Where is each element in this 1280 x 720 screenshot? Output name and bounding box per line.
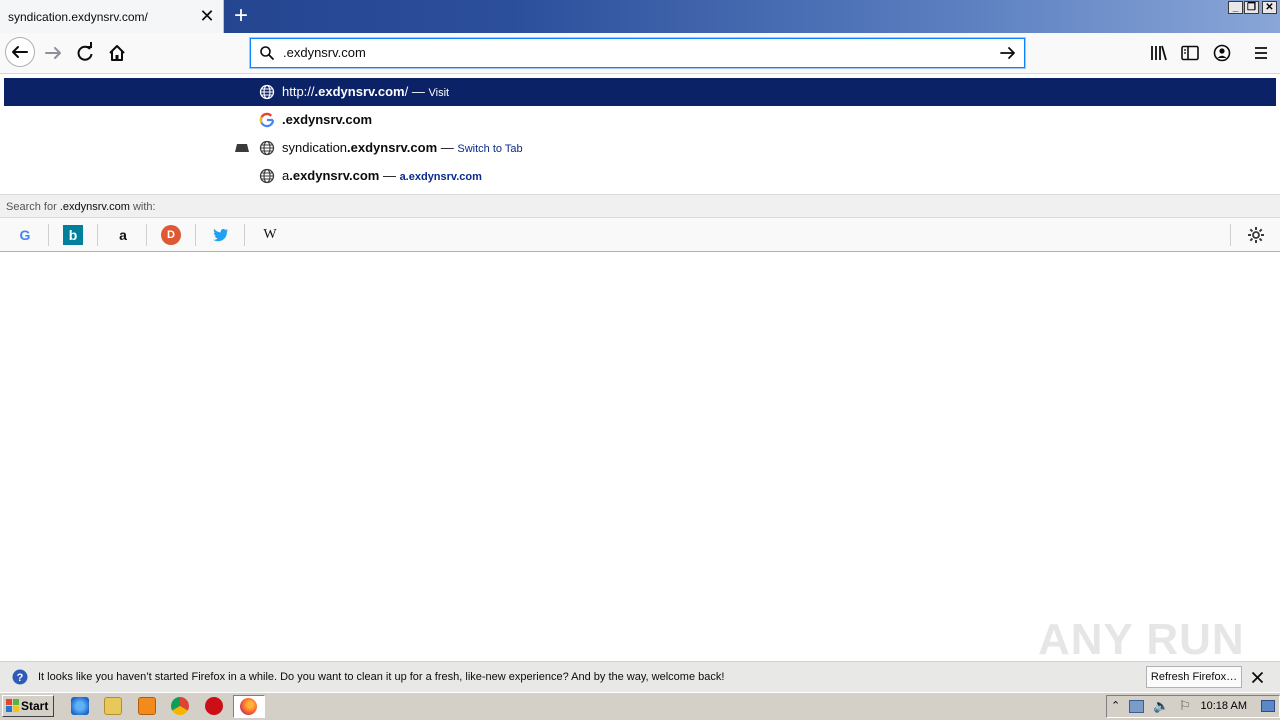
taskbar — [0, 692, 1280, 720]
twitter-icon — [213, 228, 228, 242]
gear-icon[interactable] — [1247, 226, 1265, 244]
svg-text:?: ? — [17, 672, 24, 684]
wikipedia-engine-button[interactable]: W — [259, 224, 281, 246]
amazon-engine-button[interactable]: a — [112, 224, 134, 246]
suggestion-url: a.exdynsrv.com — [399, 171, 482, 183]
account-icon[interactable] — [1213, 44, 1231, 62]
duckduckgo-engine-button[interactable]: D — [161, 225, 181, 245]
divider — [48, 224, 49, 246]
chrome-icon[interactable] — [171, 697, 189, 715]
suggestion-action: Visit — [428, 87, 450, 99]
tab-active[interactable]: syndication.exdynsrv.com/ ✕ — [0, 0, 224, 33]
search-icon — [260, 46, 275, 61]
opera-icon[interactable] — [205, 697, 223, 715]
back-arrow-icon — [12, 46, 28, 58]
divider — [146, 224, 147, 246]
suggestion-text: http://.exdynsrv.com/ — Visit — [282, 84, 450, 99]
suggestion-text: a.exdynsrv.com — a.exdynsrv.com — [282, 168, 482, 183]
google-engine-button[interactable]: G — [14, 224, 36, 246]
suggestion-action: Switch to Tab — [457, 143, 523, 155]
taskbar-firefox-active[interactable] — [233, 695, 265, 718]
menu-icon[interactable] — [1253, 45, 1269, 61]
reload-button[interactable] — [70, 38, 100, 68]
divider — [244, 224, 245, 246]
divider — [97, 224, 98, 246]
minimize-button[interactable]: _ — [1228, 1, 1243, 14]
sidebar-icon[interactable] — [1181, 45, 1199, 61]
globe-icon — [259, 140, 275, 156]
divider — [195, 224, 196, 246]
suggestion-search[interactable]: .exdynsrv.com — [4, 106, 1276, 134]
forward-arrow-icon — [45, 47, 61, 59]
address-bar[interactable]: .exdynsrv.com — [250, 38, 1025, 68]
bing-engine-button[interactable]: b — [63, 225, 83, 245]
network-icon[interactable] — [1129, 700, 1144, 713]
close-window-button[interactable]: ✕ — [1262, 1, 1277, 14]
suggestion-text: .exdynsrv.com — [282, 112, 373, 127]
forward-button[interactable] — [38, 38, 68, 68]
go-arrow-icon[interactable] — [998, 43, 1018, 68]
clock: 10:18 AM — [1200, 700, 1247, 712]
globe-icon — [259, 168, 275, 184]
reload-icon — [77, 42, 93, 61]
watermark: ANY RUN — [1038, 615, 1245, 664]
firefox-icon — [240, 698, 257, 715]
search-engines-bar — [0, 218, 1280, 251]
file-explorer-icon[interactable] — [104, 697, 122, 715]
suggestion-switch-tab[interactable]: syndication.exdynsrv.com — Switch to Tab — [4, 134, 1276, 162]
refresh-firefox-button[interactable]: Refresh Firefox… — [1146, 666, 1242, 688]
start-button[interactable]: Start — [2, 695, 54, 717]
volume-icon[interactable]: 🔈 — [1153, 698, 1169, 714]
notification-bar: ? It looks like you haven’t started Fire… — [0, 661, 1280, 692]
tab-icon — [235, 144, 249, 152]
google-icon — [259, 112, 275, 128]
twitter-engine-button[interactable] — [210, 224, 232, 246]
tab-close-icon[interactable]: ✕ — [199, 7, 215, 25]
system-tray: ⌃ 🔈 ⚐ 10:18 AM — [1106, 695, 1280, 718]
back-button[interactable] — [5, 37, 35, 67]
show-hidden-icons-icon[interactable]: ⌃ — [1111, 699, 1120, 712]
new-tab-button[interactable]: + — [229, 4, 253, 28]
divider — [1230, 224, 1231, 246]
help-icon: ? — [12, 669, 28, 685]
notification-message: It looks like you haven’t started Firefo… — [38, 671, 725, 683]
action-center-flag-icon[interactable]: ⚐ — [1179, 698, 1191, 714]
search-with-label: Search for .exdynsrv.com with: — [0, 194, 1280, 218]
suggestion-text: syndication.exdynsrv.com — Switch to Tab — [282, 140, 523, 155]
media-player-icon[interactable] — [138, 697, 156, 715]
globe-icon — [259, 84, 275, 100]
show-desktop-icon[interactable] — [1261, 700, 1275, 712]
windows-logo-icon — [6, 699, 19, 712]
suggestion-history[interactable]: a.exdynsrv.com — a.exdynsrv.com — [4, 162, 1276, 190]
home-button[interactable] — [102, 38, 132, 68]
library-icon[interactable] — [1150, 45, 1168, 61]
restore-button[interactable]: ❐ — [1244, 1, 1259, 14]
internet-explorer-icon[interactable] — [71, 697, 89, 715]
tab-title: syndication.exdynsrv.com/ — [8, 10, 148, 24]
home-icon — [109, 45, 125, 61]
address-input[interactable]: .exdynsrv.com — [283, 45, 366, 60]
close-icon[interactable] — [1251, 671, 1264, 684]
suggestion-visit[interactable]: http://.exdynsrv.com/ — Visit — [4, 78, 1276, 106]
